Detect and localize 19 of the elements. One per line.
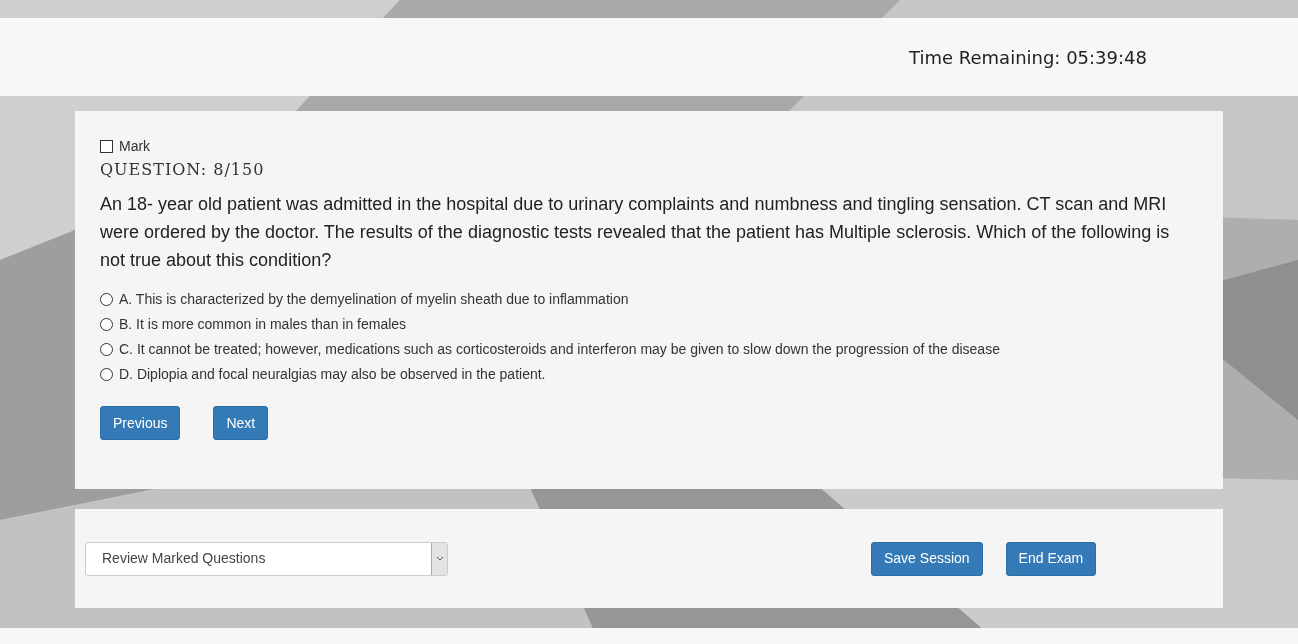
- radio-button[interactable]: [100, 367, 113, 381]
- option-label: B. It is more common in males than in females: [119, 314, 407, 334]
- option-label: A. This is characterized by the demyelination of myelin sheath due to inflammation: [119, 289, 629, 309]
- next-button[interactable]: Next: [213, 406, 269, 440]
- radio-button[interactable]: [100, 317, 113, 331]
- caret-icon: [431, 542, 447, 575]
- mark-label: Mark: [119, 136, 151, 156]
- mark-checkbox[interactable]: [100, 139, 113, 153]
- radio-button[interactable]: [100, 292, 113, 306]
- save-session-button[interactable]: Save Session: [871, 541, 983, 576]
- review-select[interactable]: Review Marked Questions: [85, 541, 448, 576]
- option-label: C. It cannot be treated; however, medications such as corticosteroids and interferon may be given to slow down the progression of the disease: [119, 339, 1000, 359]
- radio-button[interactable]: [100, 342, 113, 356]
- question-heading: QUESTION: 8/150: [100, 159, 266, 181]
- end-exam-button[interactable]: End Exam: [1005, 541, 1097, 576]
- question-text: An 18- year old patient was admitted in the hospital due to urinary complaints and numbness and tingling sensation. CT scan and MRI were ordered by the doctor. The results of the diagnostic tests revealed that the patient has Multiple sclerosis. Which of the following is not true about this condition?: [100, 193, 1171, 272]
- timer-text: Time Remaining: 05:39:48: [909, 45, 1147, 70]
- option-label: D. Diplopia and focal neuralgias may also be observed in the patient.: [119, 364, 546, 384]
- previous-button[interactable]: Previous: [100, 406, 181, 440]
